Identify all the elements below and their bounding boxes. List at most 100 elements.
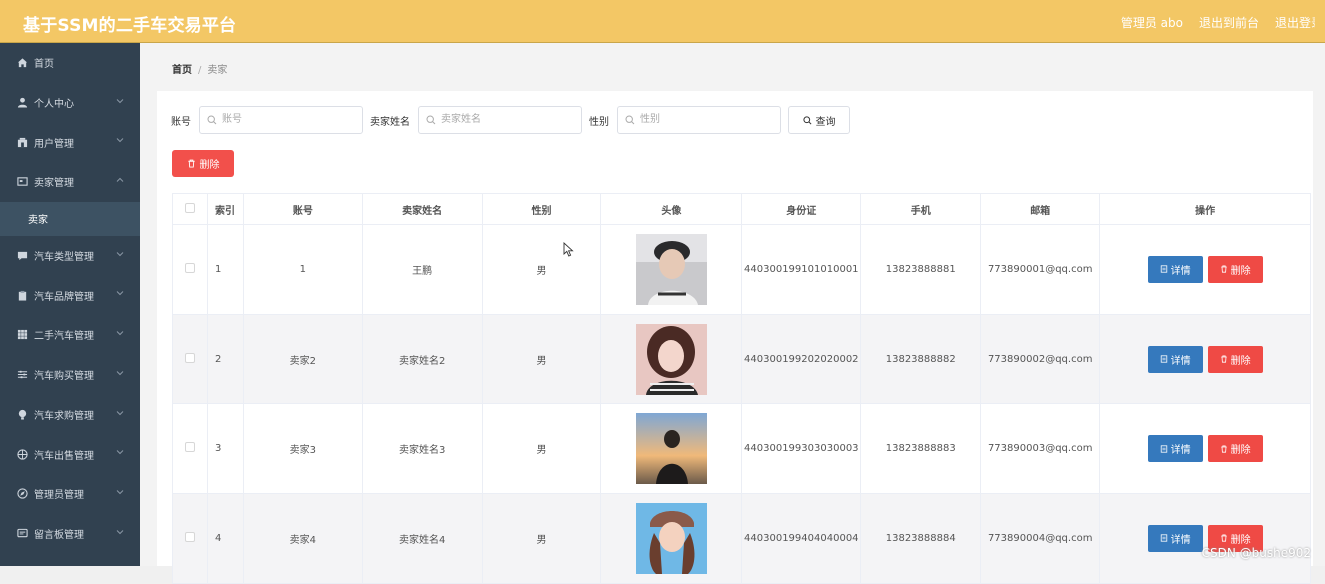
- gender-placeholder: 性别: [640, 114, 660, 125]
- delete-button[interactable]: 删除: [1208, 346, 1263, 373]
- user-icon: [17, 97, 28, 108]
- chat-icon: [17, 250, 28, 261]
- seller-name-placeholder: 卖家姓名: [441, 114, 481, 125]
- cell-avatar: [601, 314, 742, 404]
- sidebar-item-users[interactable]: 用户管理: [0, 122, 140, 162]
- search-icon: [207, 115, 217, 125]
- cell-phone: 13823888884: [861, 494, 981, 584]
- detail-button[interactable]: 详情: [1148, 525, 1203, 552]
- column-header-index: 索引: [207, 194, 243, 225]
- chevron-down-icon: [116, 409, 124, 417]
- gender-search-input[interactable]: 性别: [617, 106, 781, 134]
- sidebar-item-label: 二手汽车管理: [34, 327, 94, 342]
- cell-phone: 13823888883: [861, 404, 981, 494]
- row-checkbox[interactable]: [185, 263, 195, 273]
- sidebar-item-messages[interactable]: 留言板管理: [0, 514, 140, 554]
- avatar-image: [636, 324, 707, 395]
- column-header-phone: 手机: [861, 194, 981, 225]
- cell-seller-name: 卖家姓名4: [362, 494, 482, 584]
- message-icon: [17, 528, 28, 539]
- seller-name-search-input[interactable]: 卖家姓名: [418, 106, 582, 134]
- exit-login-link[interactable]: 退出登录: [1275, 14, 1315, 31]
- detail-button[interactable]: 详情: [1148, 256, 1203, 283]
- sidebar-item-car-brands[interactable]: 汽车品牌管理: [0, 275, 140, 315]
- sidebar-item-home[interactable]: 首页: [0, 43, 140, 83]
- csdn-watermark: CSDN @bushe902: [1202, 546, 1311, 560]
- account-search-input[interactable]: 账号: [199, 106, 363, 134]
- detail-button[interactable]: 详情: [1148, 346, 1203, 373]
- globe-icon: [17, 449, 28, 460]
- chevron-down-icon: [116, 488, 124, 496]
- cell-seller-name: 卖家姓名2: [362, 314, 482, 404]
- row-checkbox[interactable]: [185, 442, 195, 452]
- document-icon: [1160, 534, 1168, 542]
- sidebar-item-car-sales[interactable]: 汽车出售管理: [0, 434, 140, 474]
- sidebar-subitem-seller[interactable]: 卖家: [0, 202, 140, 236]
- sidebar-item-car-purchases[interactable]: 汽车购买管理: [0, 355, 140, 395]
- table-row: 3 卖家3 卖家姓名3 男 440300199303030003 1382388…: [173, 404, 1311, 494]
- grid-icon: [17, 329, 28, 340]
- row-select-cell[interactable]: [173, 404, 208, 494]
- delete-button[interactable]: 删除: [1208, 256, 1263, 283]
- sidebar: 首页 个人中心 用户管理 卖家管理 卖家 汽车类型管理 汽车品牌管理 二手汽车管…: [0, 43, 140, 566]
- cell-avatar: [601, 225, 742, 315]
- sidebar-item-label: 用户管理: [34, 135, 74, 150]
- chevron-down-icon: [116, 369, 124, 377]
- chevron-down-icon: [116, 136, 124, 144]
- sidebar-item-profile[interactable]: 个人中心: [0, 83, 140, 123]
- search-icon: [625, 115, 635, 125]
- cell-idcard: 440300199404040004: [742, 494, 861, 584]
- sidebar-item-label: 汽车购买管理: [34, 367, 94, 382]
- column-header-seller-name: 卖家姓名: [362, 194, 482, 225]
- bulk-delete-label: 删除: [200, 156, 220, 171]
- column-header-account: 账号: [243, 194, 362, 225]
- cell-gender: 男: [482, 404, 601, 494]
- avatar-image: [636, 503, 707, 574]
- bulk-delete-button[interactable]: 删除: [172, 150, 234, 177]
- avatar-image: [636, 234, 707, 305]
- app-title: 基于SSM的二手车交易平台: [23, 11, 236, 36]
- delete-button[interactable]: 删除: [1208, 435, 1263, 462]
- shop-icon: [17, 137, 28, 148]
- delete-label: 删除: [1231, 262, 1251, 277]
- trash-icon: [1220, 534, 1228, 542]
- sidebar-item-used-cars[interactable]: 二手汽车管理: [0, 315, 140, 355]
- sidebar-item-car-types[interactable]: 汽车类型管理: [0, 236, 140, 276]
- delete-label: 删除: [1231, 352, 1251, 367]
- row-select-cell[interactable]: [173, 494, 208, 584]
- cell-email: 773890003@qq.com: [981, 404, 1100, 494]
- sidebar-item-admins[interactable]: 管理员管理: [0, 474, 140, 514]
- select-all-cell[interactable]: [173, 194, 208, 225]
- query-button[interactable]: 查询: [788, 106, 850, 134]
- row-checkbox[interactable]: [185, 353, 195, 363]
- breadcrumb-home[interactable]: 首页: [172, 65, 192, 76]
- sidebar-item-label: 个人中心: [34, 95, 74, 110]
- delete-label: 删除: [1231, 531, 1251, 546]
- exit-front-link[interactable]: 退出到前台: [1199, 14, 1259, 31]
- chevron-down-icon: [116, 528, 124, 536]
- row-select-cell[interactable]: [173, 314, 208, 404]
- cell-account: 1: [243, 225, 362, 315]
- sidebar-item-label: 首页: [34, 55, 54, 70]
- table-row: 1 1 王鹏 男 440300199101010001 13823888881 …: [173, 225, 1311, 315]
- detail-label: 详情: [1171, 531, 1191, 546]
- cell-actions: 详情 删除: [1100, 225, 1311, 315]
- select-all-checkbox[interactable]: [185, 203, 195, 213]
- cell-avatar: [601, 404, 742, 494]
- trash-icon: [187, 159, 196, 168]
- seller-name-label: 卖家姓名: [370, 113, 410, 128]
- row-select-cell[interactable]: [173, 225, 208, 315]
- chevron-down-icon: [116, 250, 124, 258]
- cell-phone: 13823888882: [861, 314, 981, 404]
- cell-index: 4: [207, 494, 243, 584]
- cell-seller-name: 卖家姓名3: [362, 404, 482, 494]
- cell-account: 卖家4: [243, 494, 362, 584]
- column-header-actions: 操作: [1100, 194, 1311, 225]
- row-checkbox[interactable]: [185, 532, 195, 542]
- breadcrumb-current: 卖家: [207, 65, 227, 76]
- sidebar-item-sellers[interactable]: 卖家管理: [0, 162, 140, 202]
- seller-table: 索引 账号 卖家姓名 性别 头像 身份证 手机 邮箱 操作 1 1 王鹏: [172, 193, 1311, 584]
- table-header-row: 索引 账号 卖家姓名 性别 头像 身份证 手机 邮箱 操作: [173, 194, 1311, 225]
- detail-button[interactable]: 详情: [1148, 435, 1203, 462]
- sidebar-item-car-requests[interactable]: 汽车求购管理: [0, 395, 140, 435]
